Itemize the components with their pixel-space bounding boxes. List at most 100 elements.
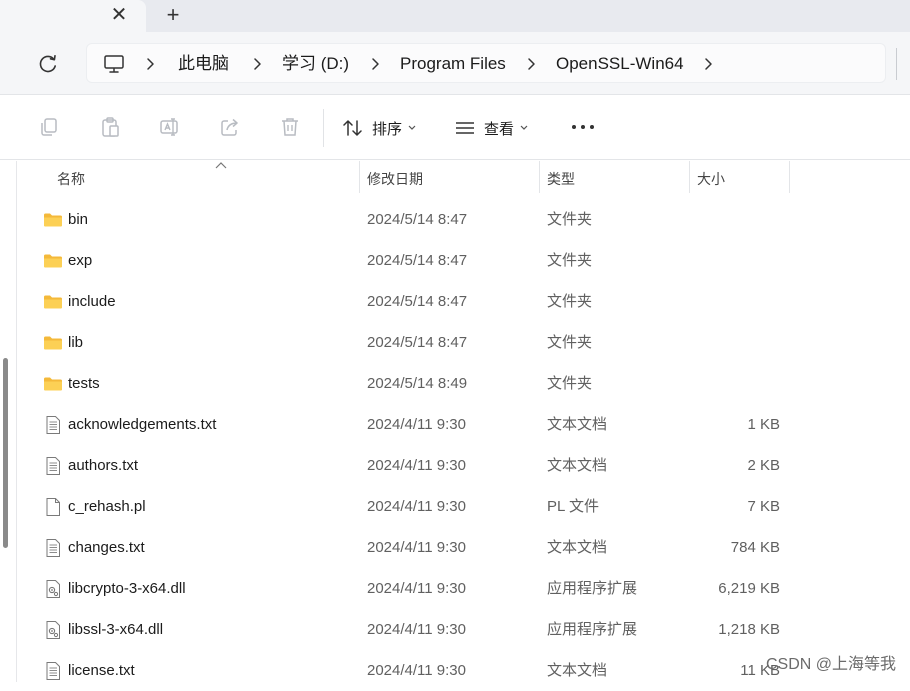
address-bar[interactable]: 此电脑 学习 (D:) Program Files OpenSSL-Win64 — [86, 43, 886, 83]
file-size: 784 KB — [730, 539, 780, 556]
column-header-size[interactable]: 大小 — [689, 161, 789, 197]
column-header-date[interactable]: 修改日期 — [359, 161, 539, 197]
watermark: CSDN @上海等我 — [765, 656, 896, 673]
paste-icon[interactable] — [98, 115, 122, 139]
file-modified-date: 2024/4/11 9:30 — [367, 621, 466, 638]
breadcrumb-chevron-icon[interactable] — [524, 56, 538, 72]
close-tab-icon[interactable]: ✕ — [107, 2, 131, 28]
computer-icon[interactable] — [103, 54, 125, 74]
rename-icon[interactable] — [158, 115, 182, 139]
file-size: 7 KB — [747, 498, 780, 515]
breadcrumb-drive-d[interactable]: 学习 (D:) — [282, 44, 349, 84]
new-tab-icon[interactable]: + — [160, 2, 186, 28]
file-name: acknowledgements.txt — [68, 416, 217, 433]
view-label: 查看 — [484, 120, 515, 138]
file-type: 文本文档 — [547, 662, 608, 679]
file-size: 1 KB — [747, 416, 780, 433]
file-modified-date: 2024/5/14 8:47 — [367, 334, 468, 351]
column-divider[interactable] — [789, 161, 790, 193]
sort-button[interactable]: 排序 — [342, 112, 416, 144]
navigation-scrollbar[interactable] — [3, 358, 8, 548]
folder-icon — [43, 333, 63, 353]
file-type: 文本文档 — [547, 539, 608, 556]
chevron-down-icon — [520, 125, 528, 130]
file-name: authors.txt — [68, 457, 139, 474]
folder-icon — [43, 292, 63, 312]
file-type: 应用程序扩展 — [547, 580, 638, 597]
file-row[interactable]: libcrypto-3-x64.dll 2024/4/11 9:30 应用程序扩展 6… — [17, 568, 910, 609]
file-type: 文件夹 — [547, 211, 593, 228]
sort-icon — [343, 120, 362, 136]
breadcrumb-openssl-win64[interactable]: OpenSSL-Win64 — [556, 44, 684, 84]
view-button[interactable]: 查看 — [454, 112, 528, 144]
copy-icon[interactable] — [37, 115, 61, 139]
file-type: 文件夹 — [547, 252, 593, 269]
file-type: 文件夹 — [547, 375, 593, 392]
file-row[interactable]: lib 2024/5/14 8:47 文件夹 — [17, 322, 910, 363]
toolbar-separator — [323, 109, 324, 147]
file-modified-date: 2024/4/11 9:30 — [367, 662, 466, 679]
file-type: 文件夹 — [547, 334, 593, 351]
folder-icon — [43, 251, 63, 271]
file-size: 2 KB — [747, 457, 780, 474]
file-row[interactable]: c_rehash.pl 2024/4/11 9:30 PL 文件 7 KB — [17, 486, 910, 527]
file-modified-date: 2024/4/11 9:30 — [367, 580, 466, 597]
breadcrumb-chevron-icon[interactable] — [250, 56, 264, 72]
file-name: include — [68, 293, 116, 310]
file-size — [690, 281, 780, 322]
file-list: bin 2024/5/14 8:47 文件夹 exp 2024/5/14 8:47 文件夹… — [17, 199, 910, 691]
file-type: 文件夹 — [547, 293, 593, 310]
file-size — [690, 199, 780, 240]
file-row[interactable]: exp 2024/5/14 8:47 文件夹 — [17, 240, 910, 281]
file-row[interactable]: authors.txt 2024/4/11 9:30 文本文档 2 KB — [17, 445, 910, 486]
address-row: 此电脑 学习 (D:) Program Files OpenSSL-Win64 — [0, 32, 910, 94]
file-row[interactable]: include 2024/5/14 8:47 文件夹 — [17, 281, 910, 322]
column-header-row: 名称 修改日期 类型 大小 — [17, 161, 910, 197]
file-size — [690, 363, 780, 404]
file-size — [690, 240, 780, 281]
text-file-icon — [43, 661, 63, 681]
delete-icon[interactable] — [278, 115, 302, 139]
column-header-name[interactable]: 名称 — [49, 161, 359, 197]
file-name: exp — [68, 252, 93, 269]
column-header-type[interactable]: 类型 — [539, 161, 689, 197]
breadcrumb-program-files[interactable]: Program Files — [400, 44, 506, 84]
file-name: tests — [68, 375, 100, 392]
address-divider — [896, 48, 897, 80]
breadcrumb-chevron-icon[interactable] — [368, 56, 382, 72]
folder-icon — [43, 210, 63, 230]
tab-strip: ✕ + — [0, 0, 910, 34]
file-modified-date: 2024/4/11 9:30 — [367, 416, 466, 433]
file-row[interactable]: libssl-3-x64.dll 2024/4/11 9:30 应用程序扩展 1,21… — [17, 609, 910, 650]
chevron-down-icon — [408, 125, 416, 130]
breadcrumb-chevron-icon[interactable] — [143, 56, 157, 72]
text-file-icon — [43, 538, 63, 558]
breadcrumb-this-pc[interactable]: 此电脑 — [178, 44, 229, 84]
folder-icon — [43, 374, 63, 394]
file-row[interactable]: changes.txt 2024/4/11 9:30 文本文档 784 KB — [17, 527, 910, 568]
file-size: 1,218 KB — [718, 621, 780, 638]
command-bar: 排序 查看 — [0, 94, 910, 160]
file-modified-date: 2024/4/11 9:30 — [367, 457, 466, 474]
file-name: libssl-3-x64.dll — [68, 621, 164, 638]
file-type: 应用程序扩展 — [547, 621, 638, 638]
file-name: changes.txt — [68, 539, 145, 556]
file-name: libcrypto-3-x64.dll — [68, 580, 186, 597]
file-modified-date: 2024/5/14 8:47 — [367, 293, 468, 310]
breadcrumb-chevron-icon[interactable] — [701, 56, 715, 72]
view-list-icon — [456, 122, 474, 134]
share-icon[interactable] — [218, 115, 242, 139]
file-modified-date: 2024/5/14 8:49 — [367, 375, 468, 392]
dll-file-icon — [43, 579, 63, 599]
file-modified-date: 2024/5/14 8:47 — [367, 252, 468, 269]
text-file-icon — [43, 456, 63, 476]
file-row[interactable]: bin 2024/5/14 8:47 文件夹 — [17, 199, 910, 240]
file-name: lib — [68, 334, 84, 351]
file-row[interactable]: acknowledgements.txt 2024/4/11 9:30 文本文档 1 … — [17, 404, 910, 445]
refresh-icon[interactable] — [34, 50, 62, 78]
more-options-icon[interactable] — [568, 113, 598, 141]
file-size: 6,219 KB — [718, 580, 780, 597]
file-row[interactable]: tests 2024/5/14 8:49 文件夹 — [17, 363, 910, 404]
file-modified-date: 2024/4/11 9:30 — [367, 539, 466, 556]
file-name: bin — [68, 211, 89, 228]
